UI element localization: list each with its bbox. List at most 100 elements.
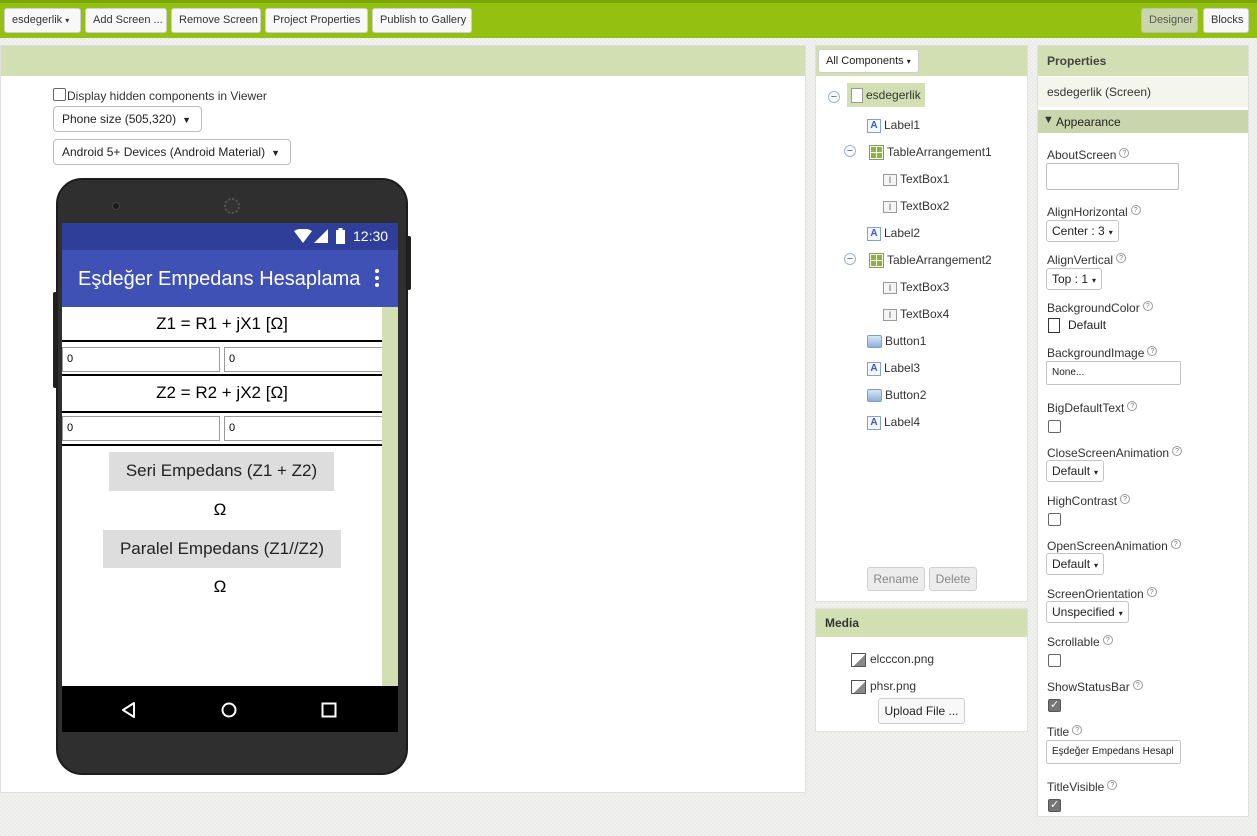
select-value: Center : 3 — [1052, 224, 1105, 238]
help-icon[interactable]: ? — [1147, 346, 1158, 356]
textbox2[interactable]: 0 — [224, 347, 382, 372]
recents-icon[interactable] — [321, 702, 337, 718]
help-icon[interactable]: ? — [1102, 635, 1113, 645]
home-icon[interactable] — [221, 702, 237, 718]
help-icon[interactable]: ? — [1132, 680, 1143, 690]
phone-size-select[interactable]: Phone size (505,320) ▼ — [53, 106, 202, 132]
components-filter-dropdown[interactable]: All Components ▾ — [818, 49, 919, 73]
backgroundimage-picker[interactable]: None... — [1046, 361, 1181, 385]
help-icon[interactable]: ? — [1130, 205, 1141, 215]
prop-name: HighContrast — [1047, 494, 1118, 508]
project-properties-button[interactable]: Project Properties — [265, 8, 368, 33]
tree-item-label2[interactable]: A Label2 — [867, 224, 920, 242]
tree-item-label4[interactable]: A Label4 — [867, 413, 920, 431]
help-icon[interactable]: ? — [1119, 148, 1130, 158]
button2[interactable]: Paralel Empedans (Z1//Z2) — [103, 530, 341, 568]
prop-title-label: Title? — [1047, 725, 1083, 739]
prop-name: BigDefaultText — [1047, 401, 1125, 415]
collapse-icon[interactable]: − — [844, 145, 856, 157]
help-icon[interactable]: ? — [1170, 539, 1181, 549]
tree-item-label: Label1 — [884, 118, 921, 132]
prop-name: AlignVertical — [1047, 253, 1114, 267]
screenorientation-select[interactable]: Unspecified ▾ — [1046, 601, 1129, 623]
label-icon: A — [867, 361, 881, 376]
bigdefaulttext-checkbox[interactable] — [1048, 420, 1061, 433]
scroll-track — [382, 307, 398, 686]
label2: Z2 = R2 + jX2 [Ω] — [156, 383, 288, 402]
titlevisible-checkbox[interactable] — [1048, 798, 1061, 812]
tree-item-label3[interactable]: A Label3 — [867, 359, 920, 377]
delete-button[interactable]: Delete — [929, 567, 977, 591]
prop-name: OpenScreenAnimation — [1047, 539, 1168, 553]
back-icon[interactable] — [121, 702, 137, 718]
screen-icon — [851, 88, 863, 104]
phone-nav-bar — [62, 686, 398, 732]
backgroundcolor-value[interactable]: Default — [1068, 318, 1106, 332]
publish-to-gallery-button[interactable]: Publish to Gallery — [372, 8, 472, 33]
device-theme-select[interactable]: Android 5+ Devices (Android Material) ▼ — [53, 139, 291, 165]
collapse-icon[interactable]: − — [844, 253, 856, 265]
chevron-down-icon: ▾ — [1094, 468, 1099, 477]
app-bar: Eşdeğer Empedans Hesaplama — [62, 250, 398, 307]
textbox1[interactable]: 0 — [62, 347, 220, 372]
button1[interactable]: Seri Empedans (Z1 + Z2) — [109, 452, 334, 491]
showstatusbar-checkbox[interactable] — [1048, 698, 1061, 712]
aboutscreen-textarea[interactable] — [1046, 163, 1179, 190]
help-icon[interactable]: ? — [1142, 301, 1153, 311]
help-icon[interactable]: ? — [1146, 587, 1157, 597]
tree-item-label: Label2 — [884, 226, 921, 240]
openscreenanimation-select[interactable]: Default ▾ — [1046, 553, 1105, 575]
chevron-down-icon: ▾ — [1092, 276, 1097, 285]
help-icon[interactable]: ? — [1116, 253, 1127, 263]
collapse-icon[interactable]: − — [828, 91, 840, 103]
tree-item-button2[interactable]: Button2 — [867, 386, 926, 404]
help-icon[interactable]: ? — [1127, 401, 1138, 411]
tree-item-tablearrangement2[interactable]: TableArrangement2 — [869, 251, 992, 269]
project-menu-button[interactable]: esdegerlik ▾ — [4, 8, 81, 33]
blocks-button[interactable]: Blocks — [1203, 8, 1249, 33]
media-file[interactable]: elcccon.png — [851, 650, 934, 668]
overflow-menu-icon[interactable] — [375, 269, 379, 287]
tree-item-textbox3[interactable]: I TextBox3 — [883, 278, 949, 296]
media-file[interactable]: phsr.png — [851, 677, 916, 695]
upload-file-button[interactable]: Upload File ... — [878, 698, 965, 724]
button-icon — [867, 335, 882, 349]
screen-name-bar: esdegerlik (Screen) — [1038, 77, 1248, 107]
appearance-section[interactable]: ▼ Appearance — [1038, 110, 1248, 133]
tree-item-label1[interactable]: A Label1 — [867, 116, 920, 134]
remove-screen-button[interactable]: Remove Screen — [171, 8, 261, 33]
status-time: 12:30 — [353, 228, 389, 244]
tree-item-textbox4[interactable]: I TextBox4 — [883, 305, 949, 323]
tree-item-tablearrangement1[interactable]: TableArrangement1 — [869, 143, 992, 161]
textbox4[interactable]: 0 — [224, 416, 382, 441]
media-header: Media — [816, 609, 1027, 637]
display-hidden-checkbox[interactable] — [53, 88, 66, 101]
help-icon[interactable]: ? — [1107, 780, 1118, 790]
properties-header: Properties — [1038, 46, 1248, 76]
phone-size-value: Phone size (505,320) — [62, 112, 177, 126]
textbox3[interactable]: 0 — [62, 416, 220, 441]
prop-scrollable-label: Scrollable? — [1047, 635, 1113, 649]
help-icon[interactable]: ? — [1120, 494, 1131, 504]
alignvertical-select[interactable]: Top : 1 ▾ — [1046, 268, 1103, 290]
app-title: Eşdeğer Empedans Hesaplama — [78, 268, 361, 290]
title-input[interactable]: Eşdeğer Empedans Hesapl — [1046, 740, 1181, 764]
tree-item-textbox1[interactable]: I TextBox1 — [883, 170, 949, 188]
tree-item-button1[interactable]: Button1 — [867, 332, 926, 350]
help-icon[interactable]: ? — [1172, 446, 1183, 456]
tree-item-esdegerlik[interactable]: esdegerlik — [847, 83, 925, 107]
scrollable-checkbox[interactable] — [1048, 654, 1061, 667]
highcontrast-checkbox[interactable] — [1048, 513, 1061, 526]
closescreenanimation-select[interactable]: Default ▾ — [1046, 460, 1105, 482]
properties-title: Properties — [1047, 54, 1107, 68]
media-title: Media — [825, 616, 860, 630]
rename-button[interactable]: Rename — [867, 567, 925, 591]
prop-alignvertical-label: AlignVertical? — [1047, 253, 1127, 267]
add-screen-button[interactable]: Add Screen ... — [85, 8, 167, 33]
designer-button[interactable]: Designer — [1141, 8, 1198, 33]
color-swatch[interactable] — [1048, 318, 1060, 333]
alignhorizontal-select[interactable]: Center : 3 ▾ — [1046, 220, 1119, 242]
tree-item-textbox2[interactable]: I TextBox2 — [883, 197, 949, 215]
help-icon[interactable]: ? — [1072, 725, 1083, 735]
textbox-icon: I — [883, 308, 897, 321]
